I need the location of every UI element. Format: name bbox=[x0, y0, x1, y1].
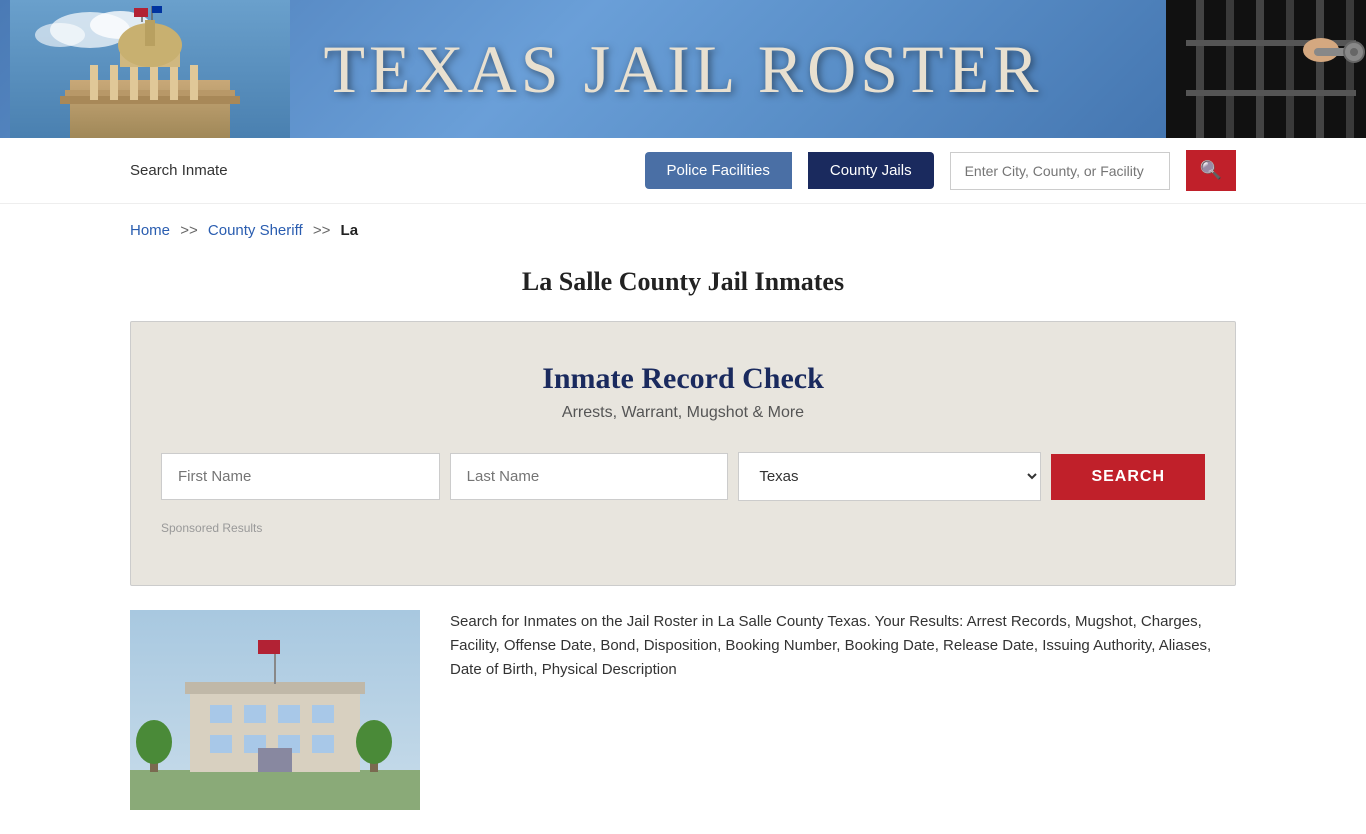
bottom-section: Search for Inmates on the Jail Roster in… bbox=[0, 586, 1366, 834]
facility-building-svg bbox=[130, 610, 420, 810]
state-select[interactable]: Texas Alabama Alaska Arizona Arkansas Ca… bbox=[738, 452, 1041, 501]
breadcrumb-sep-1: >> bbox=[180, 222, 198, 239]
capitol-image bbox=[10, 0, 290, 138]
breadcrumb-county-sheriff[interactable]: County Sheriff bbox=[208, 222, 303, 239]
bottom-description: Search for Inmates on the Jail Roster in… bbox=[450, 610, 1236, 682]
first-name-input[interactable] bbox=[161, 453, 440, 500]
record-check-form: Texas Alabama Alaska Arizona Arkansas Ca… bbox=[161, 452, 1205, 501]
last-name-input[interactable] bbox=[450, 453, 729, 500]
nav-bar: Search Inmate Police Facilities County J… bbox=[0, 138, 1366, 204]
nav-search-button[interactable]: 🔍 bbox=[1186, 150, 1236, 191]
header-banner: Texas Jail Roster bbox=[0, 0, 1366, 138]
record-check-title: Inmate Record Check bbox=[161, 362, 1205, 396]
site-title: Texas Jail Roster bbox=[323, 30, 1042, 109]
breadcrumb-home[interactable]: Home bbox=[130, 222, 170, 239]
facility-image bbox=[130, 610, 420, 810]
sponsored-results-label: Sponsored Results bbox=[161, 521, 1205, 535]
search-icon: 🔍 bbox=[1200, 160, 1222, 181]
breadcrumb-current: La bbox=[341, 222, 359, 239]
keys-image bbox=[1166, 0, 1366, 138]
breadcrumb-sep-2: >> bbox=[313, 222, 331, 239]
facility-search-input[interactable] bbox=[950, 152, 1170, 190]
page-title: La Salle County Jail Inmates bbox=[0, 267, 1366, 297]
search-inmate-label: Search Inmate bbox=[130, 162, 228, 179]
police-facilities-button[interactable]: Police Facilities bbox=[645, 152, 792, 189]
record-check-box: Inmate Record Check Arrests, Warrant, Mu… bbox=[130, 321, 1236, 586]
breadcrumb: Home >> County Sheriff >> La bbox=[0, 204, 1366, 257]
record-check-subtitle: Arrests, Warrant, Mugshot & More bbox=[161, 404, 1205, 422]
county-jails-button[interactable]: County Jails bbox=[808, 152, 934, 189]
record-search-button[interactable]: SEARCH bbox=[1051, 454, 1205, 500]
